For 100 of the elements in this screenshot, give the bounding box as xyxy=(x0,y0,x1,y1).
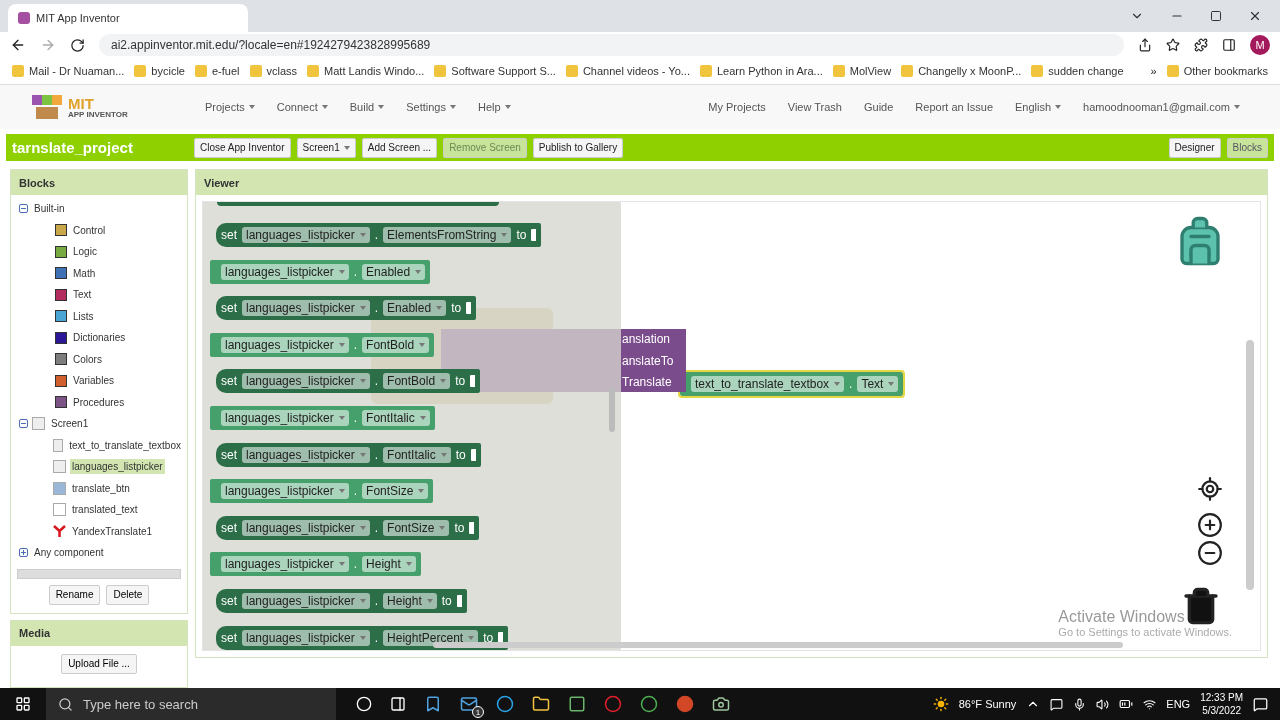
component-dropdown[interactable]: languages_listpicker xyxy=(242,446,370,463)
bookmark[interactable]: vclass xyxy=(249,65,298,77)
menu-item[interactable]: Build xyxy=(349,101,385,113)
address-bar[interactable]: ai2.appinventor.mit.edu/?locale=en#1924279423828995689 xyxy=(99,34,1124,56)
bookmark[interactable]: MolView xyxy=(832,65,892,77)
tree-item[interactable]: text_to_translate_textbox xyxy=(67,437,183,453)
extensions-icon[interactable] xyxy=(1194,38,1208,52)
tree-item[interactable]: translate_btn xyxy=(70,480,132,496)
collapse-icon[interactable] xyxy=(19,204,28,214)
toolbar-button[interactable]: Close App Inventor xyxy=(194,137,291,158)
zoom-out-icon[interactable] xyxy=(1197,540,1223,566)
side-panel-icon[interactable] xyxy=(1222,38,1236,52)
component-dropdown[interactable]: languages_listpicker xyxy=(242,629,370,646)
tree-item[interactable]: translated_text xyxy=(70,502,140,518)
tree-item[interactable]: Variables xyxy=(71,373,116,389)
property-dropdown[interactable]: Height xyxy=(362,556,416,573)
getter-block[interactable]: languages_listpicker . FontBold xyxy=(210,332,435,357)
property-dropdown[interactable]: Enabled xyxy=(362,263,426,280)
cortana-icon[interactable] xyxy=(356,696,372,712)
tree-item[interactable]: Procedures xyxy=(71,394,127,410)
property-dropdown[interactable]: FontSize xyxy=(362,483,429,500)
language-menu[interactable]: English xyxy=(1015,101,1062,113)
component-dropdown[interactable]: languages_listpicker xyxy=(242,592,370,609)
start-icon[interactable] xyxy=(15,696,31,712)
setter-block[interactable]: set languages_listpicker . ElementsFromString to xyxy=(216,223,542,247)
component-dropdown[interactable]: languages_listpicker xyxy=(221,336,349,353)
property-dropdown[interactable]: FontSize xyxy=(383,519,450,536)
microphone-icon[interactable] xyxy=(1073,697,1087,711)
component-dropdown[interactable]: languages_listpicker xyxy=(221,263,349,280)
bookmark[interactable]: Mail - Dr Nuaman... xyxy=(12,65,125,77)
bookmark[interactable]: Changelly x MoonP... xyxy=(901,65,1022,77)
tree-item[interactable]: Logic xyxy=(71,244,99,260)
account-menu[interactable]: hamoodnooman1@gmail.com xyxy=(1083,101,1240,113)
volume-icon[interactable] xyxy=(1096,697,1110,711)
tree-item[interactable]: Text xyxy=(71,287,94,303)
tree-item[interactable]: Screen1 xyxy=(49,416,91,432)
meet-icon[interactable] xyxy=(1050,697,1064,711)
profile-avatar[interactable]: M xyxy=(1250,35,1270,55)
bookmark[interactable]: Software Support S... xyxy=(434,65,556,77)
tree-item[interactable]: YandexTranslate1 xyxy=(70,523,155,539)
toolbar-button[interactable]: Publish to Gallery xyxy=(532,137,624,158)
component-dropdown[interactable]: text_to_translate_textbox xyxy=(691,376,845,392)
getter-block[interactable]: languages_listpicker . Enabled xyxy=(210,259,431,284)
toolbar-button[interactable]: Screen1 xyxy=(296,137,356,158)
maximize-icon[interactable] xyxy=(1210,10,1222,22)
setter-block[interactable]: set languages_listpicker . Height to xyxy=(216,588,467,613)
setter-block[interactable]: set languages_listpicker . FontSize to xyxy=(216,515,480,540)
property-dropdown[interactable]: FontBold xyxy=(362,336,430,353)
battery-icon[interactable] xyxy=(1119,697,1134,711)
bookmark[interactable]: e-fuel xyxy=(195,65,240,77)
language-indicator[interactable]: ENG xyxy=(1166,698,1191,710)
header-link[interactable]: Guide xyxy=(864,101,894,113)
browser-tab[interactable]: MIT App Inventor xyxy=(8,4,248,32)
property-dropdown[interactable]: Enabled xyxy=(383,300,447,317)
property-dropdown[interactable]: Text xyxy=(857,376,899,392)
tree-item[interactable]: Built-in xyxy=(32,201,67,217)
taskbar-search[interactable]: Type here to search xyxy=(46,688,336,720)
bookmark[interactable]: Channel videos - Yo... xyxy=(565,65,690,77)
setter-block[interactable]: set languages_listpicker . FontItalic to xyxy=(216,442,481,467)
tree-item[interactable]: Any component xyxy=(32,545,106,561)
setter-block[interactable]: set languages_listpicker . FontBold to xyxy=(216,369,481,394)
header-link[interactable]: My Projects xyxy=(708,101,766,113)
getter-block[interactable]: languages_listpicker . FontItalic xyxy=(210,405,435,430)
upload-button[interactable]: Upload File ... xyxy=(61,653,137,674)
share-icon[interactable] xyxy=(1138,38,1152,52)
property-dropdown[interactable]: Height xyxy=(383,592,437,609)
component-dropdown[interactable]: languages_listpicker xyxy=(221,556,349,573)
panel-button[interactable]: Rename xyxy=(48,584,101,605)
tree-item[interactable]: Colors xyxy=(71,351,104,367)
property-dropdown[interactable]: ElementsFromString xyxy=(383,227,512,243)
collapse-icon[interactable] xyxy=(19,419,28,429)
view-tab[interactable]: Designer xyxy=(1168,137,1221,158)
header-link[interactable]: View Trash xyxy=(787,101,842,113)
property-dropdown[interactable]: FontItalic xyxy=(362,409,430,426)
bookmark-star-icon[interactable] xyxy=(1166,38,1180,52)
component-dropdown[interactable]: languages_listpicker xyxy=(221,483,349,500)
component-dropdown[interactable]: languages_listpicker xyxy=(242,373,370,390)
bookmark[interactable]: sudden change xyxy=(1031,65,1124,77)
property-dropdown[interactable]: FontItalic xyxy=(383,446,451,463)
panel-button[interactable]: Delete xyxy=(106,584,150,605)
powerpoint-icon[interactable] xyxy=(676,695,694,713)
getter-block[interactable]: languages_listpicker . FontSize xyxy=(210,479,434,504)
view-tab[interactable]: Blocks xyxy=(1226,137,1268,158)
component-dropdown[interactable]: languages_listpicker xyxy=(242,300,370,317)
back-icon[interactable] xyxy=(10,37,26,53)
toolbar-button[interactable]: Add Screen ... xyxy=(361,137,438,158)
center-target-icon[interactable] xyxy=(1197,476,1223,502)
menu-item[interactable]: Projects xyxy=(205,101,255,113)
bookmark[interactable]: Matt Landis Windo... xyxy=(307,65,425,77)
bookmark[interactable]: bycicle xyxy=(134,65,185,77)
menu-item[interactable]: Help xyxy=(477,101,511,113)
expand-icon[interactable] xyxy=(19,548,28,558)
component-dropdown[interactable]: languages_listpicker xyxy=(242,227,370,243)
component-dropdown[interactable]: languages_listpicker xyxy=(242,519,370,536)
bookmark[interactable]: Other bookmarks xyxy=(1166,65,1268,77)
menu-item[interactable]: Settings xyxy=(406,101,456,113)
wifi-icon[interactable] xyxy=(1143,697,1157,711)
getter-block[interactable]: languages_listpicker . Height xyxy=(210,552,421,577)
zoom-in-icon[interactable] xyxy=(1197,512,1223,538)
tree-item[interactable]: Control xyxy=(71,222,108,238)
